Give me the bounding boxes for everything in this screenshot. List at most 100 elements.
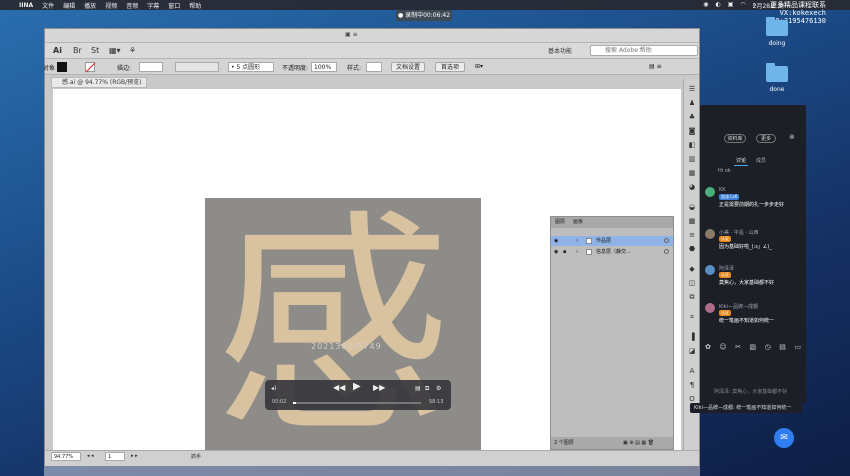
style-field[interactable]: [366, 62, 382, 72]
status-icon-1[interactable]: ◉: [703, 1, 708, 9]
avatar[interactable]: [705, 303, 715, 313]
help-search-input[interactable]: 搜索 Adobe 帮助: [590, 45, 698, 56]
image-trace-icon[interactable]: ⬣: [687, 245, 697, 254]
artboard-next-icon[interactable]: ▸ ▸: [131, 453, 138, 459]
menu-audio[interactable]: 音频: [126, 1, 138, 10]
target-icon[interactable]: [664, 238, 669, 243]
symbols-icon[interactable]: ♣: [687, 113, 697, 122]
status-icon-2[interactable]: ◐: [715, 1, 720, 9]
file-icon[interactable]: ▤: [779, 343, 786, 351]
folder-label-doing[interactable]: doing: [760, 40, 794, 47]
play-button[interactable]: ▶: [353, 381, 361, 392]
properties-icon[interactable]: ☰: [687, 85, 697, 94]
expand-arrow-icon[interactable]: ›: [576, 247, 578, 257]
chat-help-icon[interactable]: ✉: [774, 428, 794, 448]
tab-members[interactable]: 成员: [756, 157, 766, 164]
folder-icon[interactable]: [766, 63, 788, 82]
variable-width-field[interactable]: [175, 62, 219, 72]
menu-file[interactable]: 文件: [42, 1, 54, 10]
color-guide-icon[interactable]: ▦: [687, 169, 697, 178]
opacity-field[interactable]: 100%: [311, 62, 337, 72]
links-icon[interactable]: ⧉: [687, 293, 697, 302]
stock-icon[interactable]: St: [91, 46, 99, 56]
eye-icon[interactable]: ◉: [554, 247, 558, 257]
recording-badge[interactable]: ● 录制中00:06:42: [396, 10, 452, 21]
folder-icon[interactable]: [766, 17, 788, 36]
appearance-icon[interactable]: ◕: [687, 183, 697, 192]
artboards-icon[interactable]: ◫: [687, 279, 697, 288]
swatches-icon[interactable]: ◧: [687, 141, 697, 150]
layer-row[interactable]: ◉ ▪ › 信息层（静交...: [551, 247, 673, 257]
progress-bar[interactable]: [293, 402, 421, 404]
folder-label-done[interactable]: done: [760, 86, 794, 93]
progress-handle[interactable]: [293, 402, 296, 404]
align-icon[interactable]: ▐: [687, 333, 697, 342]
avatar[interactable]: [705, 229, 715, 239]
transform-icon[interactable]: ⌗: [687, 313, 697, 322]
bridge-icon[interactable]: Br: [73, 46, 82, 56]
graphic-styles-icon[interactable]: ◙: [687, 127, 697, 136]
tab-layers[interactable]: 图层: [555, 217, 565, 228]
stroke-panel-icon[interactable]: ≡: [687, 231, 697, 240]
status-icon-3[interactable]: ▣: [728, 1, 734, 9]
more-button[interactable]: 更多: [756, 134, 776, 143]
expand-arrow-icon[interactable]: ›: [576, 236, 578, 246]
menu-subtitles[interactable]: 字幕: [147, 1, 159, 10]
gpu-icon[interactable]: ⚘: [129, 46, 136, 56]
history-icon[interactable]: ◷: [765, 343, 771, 351]
avatar[interactable]: [705, 265, 715, 275]
pathfinder-icon[interactable]: ◪: [687, 347, 697, 356]
document-tab[interactable]: 感.ai @ 94.77% (RGB/预览): [51, 77, 147, 88]
tab-discussion[interactable]: 讨论: [736, 157, 746, 164]
stroke-swatch[interactable]: [85, 62, 95, 72]
layer-name[interactable]: 信息层（静交...: [596, 247, 631, 257]
subtitle-icon[interactable]: ▤: [415, 385, 421, 392]
volume-icon[interactable]: ◂): [271, 385, 276, 392]
menu-video[interactable]: 视频: [105, 1, 117, 10]
gift-icon[interactable]: ✿: [705, 343, 711, 351]
eye-icon[interactable]: ◉: [554, 236, 558, 246]
paragraph-icon[interactable]: ¶: [687, 381, 697, 390]
calligraphy-artwork[interactable]: 感 2021360/5749: [205, 198, 481, 466]
preferences-button[interactable]: 首选项: [435, 62, 465, 72]
layers-panel-icon[interactable]: ◆: [687, 265, 697, 274]
character-icon[interactable]: A: [687, 367, 697, 376]
fast-forward-button[interactable]: ▶▶: [373, 383, 385, 392]
menu-playback[interactable]: 播放: [84, 1, 96, 10]
gradient-icon[interactable]: ▩: [687, 217, 697, 226]
layer-name[interactable]: 作品层: [596, 236, 611, 246]
zoom-field[interactable]: 94.77%: [51, 452, 81, 461]
close-icon[interactable]: ⊗: [789, 133, 795, 141]
color-icon[interactable]: ▥: [687, 155, 697, 164]
menu-window[interactable]: 窗口: [168, 1, 180, 10]
brush-panel-icon[interactable]: ♟: [687, 99, 697, 108]
lock-icon[interactable]: ▪: [563, 247, 566, 257]
comment-icon[interactable]: ▭: [794, 343, 801, 351]
menu-app-name[interactable]: IINA: [19, 2, 33, 9]
settings-gear-icon[interactable]: ⚙: [436, 385, 441, 392]
rewind-button[interactable]: ◀◀: [333, 383, 345, 392]
chat-notification[interactable]: Kiki—品牌—成都: 统一笔画不知道如何统一: [690, 403, 802, 413]
tab-artboards[interactable]: 画板: [573, 217, 583, 228]
stroke-weight-field[interactable]: [139, 62, 163, 72]
menu-help[interactable]: 帮助: [189, 1, 201, 10]
document-setup-button[interactable]: 文档设置: [391, 62, 425, 72]
wifi-icon[interactable]: ◠: [740, 1, 745, 9]
arrange-docs-icon[interactable]: ⊞▾: [475, 63, 483, 70]
chat-input-preview[interactable]: 阿泽泽: 莫焦心，大家基础都不好: [714, 388, 787, 395]
avatar[interactable]: [705, 187, 715, 197]
panel-menu-icon[interactable]: ▤ ≡: [649, 63, 662, 70]
menu-edit[interactable]: 编辑: [63, 1, 75, 10]
window-title-bar[interactable]: ▣ ≡: [45, 29, 699, 43]
arrange-icon[interactable]: ▦▾: [109, 46, 121, 56]
artboard-prev-icon[interactable]: ◂ ◂: [87, 453, 94, 459]
target-icon[interactable]: [664, 249, 669, 254]
layer-row[interactable]: ◉ › 作品层: [551, 236, 673, 246]
workspace-switcher[interactable]: 基本功能: [548, 46, 572, 55]
fill-swatch[interactable]: [57, 62, 67, 72]
scissors-icon[interactable]: ✂: [735, 343, 741, 351]
artboard-field[interactable]: 1: [105, 452, 125, 461]
layer-actions-icons[interactable]: ▣ ⊕ ▤ ▦ 🗑: [623, 437, 654, 449]
brush-field[interactable]: • 5 点圆形: [228, 62, 274, 72]
pip-icon[interactable]: ⧉: [425, 385, 429, 393]
